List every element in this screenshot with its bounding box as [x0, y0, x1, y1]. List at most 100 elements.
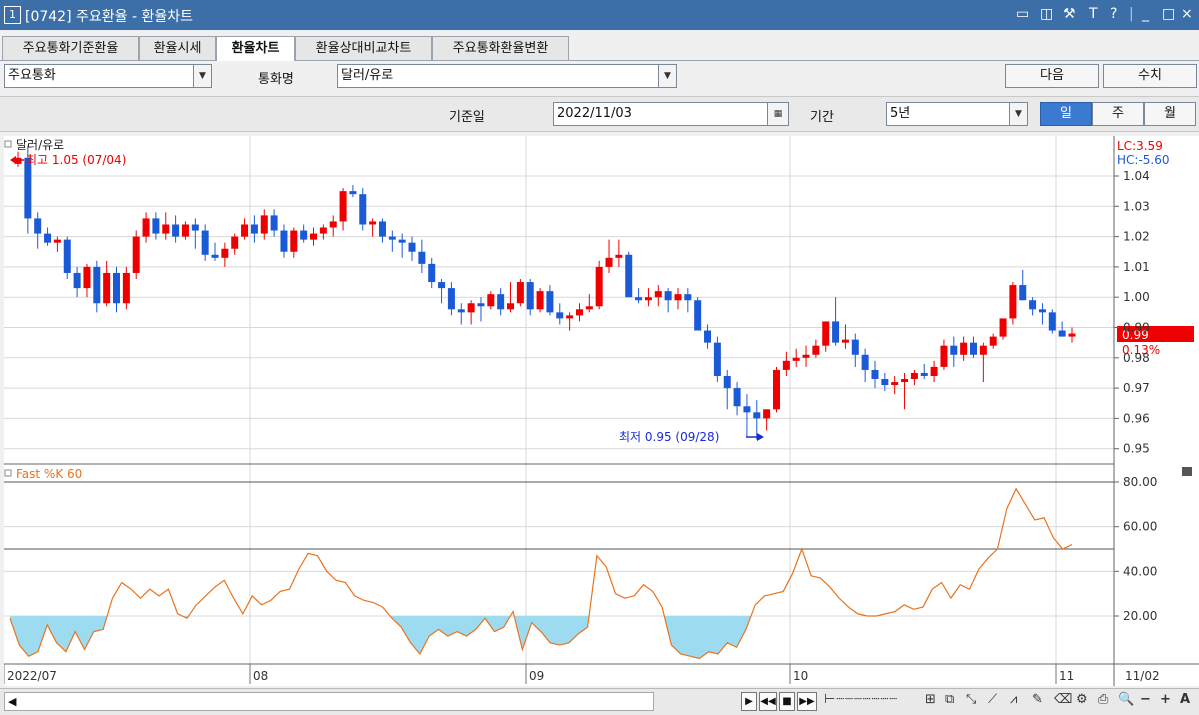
base-date-field[interactable]: 2022/11/03 ▦	[553, 102, 789, 126]
fibonacci-icon[interactable]: ⩘	[1010, 692, 1017, 707]
candle-body	[635, 297, 643, 301]
horizontal-scrollbar[interactable]: ◀	[4, 692, 654, 711]
candle-body	[172, 224, 180, 237]
candle-body	[1068, 333, 1076, 337]
freq-monthly-button[interactable]: 월	[1144, 102, 1196, 126]
calendar-icon[interactable]: ▦	[767, 103, 788, 125]
y-tick-label: 1.03	[1123, 199, 1150, 213]
tab-fx-chart[interactable]: 환율차트	[216, 36, 295, 61]
maximize-icon[interactable]: □	[1162, 6, 1175, 22]
candle-body	[191, 224, 199, 231]
candle-body	[891, 382, 899, 386]
y-tick-label: 40.00	[1123, 564, 1157, 578]
candle-body	[822, 321, 830, 346]
candle-body	[940, 345, 948, 367]
stop-button[interactable]: ■	[779, 692, 795, 711]
panel-close-icon[interactable]	[1182, 467, 1192, 476]
high-arrow-head	[10, 156, 16, 164]
candle-body	[310, 233, 318, 240]
panel-collapse-icon[interactable]	[4, 140, 12, 148]
candles-group	[10, 145, 1076, 441]
crosshair-icon[interactable]: ⤡	[966, 692, 976, 707]
y-tick-label: 0.98	[1123, 351, 1150, 365]
candle-body	[960, 342, 968, 355]
x-tick-label: 2022/07	[7, 669, 57, 683]
candle-body	[832, 321, 840, 343]
candle-body	[644, 297, 652, 301]
trendline-icon[interactable]: ⟋	[988, 692, 997, 707]
period-select[interactable]: 5년 ▼	[886, 102, 1028, 126]
candle-body	[103, 272, 111, 304]
zoom-slider[interactable]: ⊢┈┈┈┈┈┈┈	[824, 692, 898, 707]
x-tick-label: 10	[793, 669, 808, 683]
draw-icon[interactable]: ✎	[1032, 692, 1043, 707]
selector-row: 주요통화 ▼ 통화명 달러/유로 ▼ 다음 수치	[0, 62, 1199, 92]
value-button[interactable]: 수치	[1103, 64, 1197, 88]
candle-body	[1009, 285, 1017, 319]
print-icon[interactable]: ⎙	[1098, 692, 1108, 707]
candle-body	[802, 354, 810, 358]
candle-body	[507, 303, 515, 310]
minimize-icon[interactable]: _	[1142, 6, 1149, 22]
currency-select[interactable]: 달러/유로 ▼	[337, 64, 677, 88]
candle-body	[694, 300, 702, 331]
panel-collapse-icon[interactable]	[4, 469, 12, 477]
font-size-icon[interactable]: T	[1089, 6, 1098, 22]
category-select[interactable]: 주요통화 ▼	[4, 64, 212, 88]
candle-body	[477, 303, 485, 307]
settings-icon[interactable]: ⚙	[1076, 692, 1088, 707]
candle-body	[684, 294, 692, 301]
chevron-down-icon[interactable]: ▼	[658, 65, 676, 87]
candle-body	[467, 303, 475, 313]
fast-forward-button[interactable]: ▶▶	[797, 692, 817, 711]
freq-daily-button[interactable]: 일	[1040, 102, 1092, 126]
candle-body	[713, 342, 721, 376]
candle-body	[211, 254, 219, 258]
chart-area[interactable]: 달러/유로 최고 1.05 (07/04) 최저 0.95 (09/28) LC…	[3, 136, 1199, 686]
candle-body	[260, 215, 268, 234]
tab-converter[interactable]: 주요통화환율변환	[432, 36, 569, 60]
search-icon[interactable]: 🔍	[1118, 692, 1134, 707]
candle-body	[753, 412, 761, 419]
candle-body	[300, 230, 308, 240]
new-window-icon[interactable]: ◫	[1040, 6, 1053, 22]
candle-body	[999, 318, 1007, 337]
freq-weekly-button[interactable]: 주	[1092, 102, 1144, 126]
next-button[interactable]: 다음	[1005, 64, 1099, 88]
candle-body	[122, 272, 130, 304]
play-button[interactable]: ▶	[741, 692, 757, 711]
candle-body	[418, 251, 426, 264]
candle-body	[841, 339, 849, 343]
help-icon[interactable]: ?	[1110, 6, 1117, 22]
tab-market[interactable]: 환율시세	[139, 36, 216, 60]
high-annotation: 최고 1.05 (07/04)	[26, 153, 126, 167]
candle-body	[349, 191, 357, 195]
candle-body	[851, 339, 859, 355]
zoom-out-icon[interactable]: −	[1140, 692, 1151, 707]
candle-body	[201, 230, 209, 255]
chart-svg[interactable]: 달러/유로 최고 1.05 (07/04) 최저 0.95 (09/28) LC…	[3, 136, 1199, 686]
tab-major-rates[interactable]: 주요통화기준환율	[2, 36, 139, 60]
stochastic-group	[4, 481, 1114, 660]
candle-body	[63, 239, 71, 273]
candle-body	[339, 191, 347, 222]
candle-body	[930, 366, 938, 376]
zoom-in-icon[interactable]: +	[1160, 692, 1171, 707]
x-tick-label: 09	[529, 669, 544, 683]
overlay-icon[interactable]: ⧉	[945, 692, 954, 707]
auto-scale-icon[interactable]: A	[1180, 692, 1190, 707]
candle-body	[920, 372, 928, 376]
chevron-down-icon[interactable]: ▼	[193, 65, 211, 87]
close-icon[interactable]: ×	[1181, 6, 1193, 22]
tab-relative-chart[interactable]: 환율상대비교차트	[295, 36, 432, 60]
restore-layout-icon[interactable]: ▭	[1016, 6, 1029, 22]
candle-body	[1048, 312, 1056, 331]
rewind-button[interactable]: ◀◀	[759, 692, 777, 711]
tools-icon[interactable]: ⚒	[1063, 6, 1076, 22]
chevron-down-icon[interactable]: ▼	[1009, 103, 1027, 125]
separator: |	[1129, 6, 1134, 22]
candle-body	[34, 218, 42, 234]
candle-body	[487, 294, 495, 307]
eraser-icon[interactable]: ⌫	[1054, 692, 1072, 707]
chart-layout-icon[interactable]: ⊞	[925, 692, 936, 707]
